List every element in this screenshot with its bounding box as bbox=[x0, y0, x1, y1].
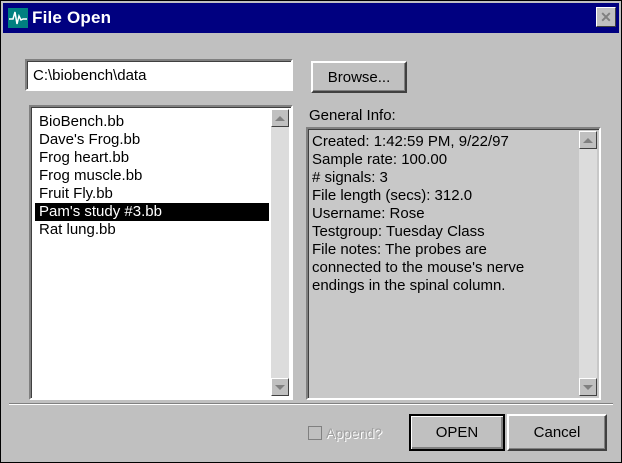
title-bar[interactable]: File Open ✕ bbox=[3, 3, 619, 33]
info-line: Username: Rose bbox=[312, 205, 425, 222]
list-item[interactable]: Fruit Fly.bb bbox=[35, 185, 269, 203]
browse-button[interactable]: Browse... bbox=[311, 61, 407, 93]
file-list: BioBench.bb Dave's Frog.bb Frog heart.bb Fr… bbox=[35, 113, 269, 239]
arrow-up-icon bbox=[583, 137, 593, 143]
info-line: Testgroup: Tuesday Class bbox=[312, 223, 485, 240]
file-open-dialog: File Open ✕ C:\biobench\data Browse... B… bbox=[0, 0, 622, 463]
arrow-down-icon bbox=[583, 384, 593, 390]
info-line: endings in the spinal column. bbox=[312, 277, 506, 294]
close-button[interactable]: ✕ bbox=[596, 7, 616, 27]
append-label: Append? bbox=[326, 425, 383, 441]
list-item[interactable]: Frog muscle.bb bbox=[35, 167, 269, 185]
close-icon: ✕ bbox=[600, 8, 612, 25]
checkbox-box[interactable] bbox=[308, 426, 322, 440]
file-listbox[interactable]: BioBench.bb Dave's Frog.bb Frog heart.bb Fr… bbox=[29, 105, 293, 400]
file-list-scrollbar[interactable] bbox=[271, 109, 289, 396]
waveform-icon bbox=[8, 8, 28, 28]
info-line: # signals: 3 bbox=[312, 169, 388, 186]
scroll-down-button[interactable] bbox=[271, 378, 289, 396]
info-scrollbar[interactable] bbox=[579, 131, 597, 396]
list-item[interactable]: Frog heart.bb bbox=[35, 149, 269, 167]
list-item[interactable]: BioBench.bb bbox=[35, 113, 269, 131]
info-line: File notes: The probes are bbox=[312, 241, 487, 258]
separator bbox=[9, 403, 613, 405]
general-info-label: General Info: bbox=[309, 107, 396, 124]
info-line: connected to the mouse's nerve bbox=[312, 259, 525, 276]
append-checkbox[interactable]: Append? bbox=[308, 425, 382, 441]
list-item[interactable]: Pam's study #3.bb bbox=[35, 203, 269, 221]
arrow-down-icon bbox=[275, 384, 285, 390]
info-scroll-down-button[interactable] bbox=[579, 378, 597, 396]
info-scroll-up-button[interactable] bbox=[579, 131, 597, 149]
list-item[interactable]: Rat lung.bb bbox=[35, 221, 269, 239]
info-line: File length (secs): 312.0 bbox=[312, 187, 473, 204]
info-line: Created: 1:42:59 PM, 9/22/97 bbox=[312, 133, 509, 150]
window-title: File Open bbox=[32, 8, 112, 27]
general-info-box[interactable]: Created: 1:42:59 PM, 9/22/97 Sample rate:… bbox=[306, 127, 601, 400]
list-item[interactable]: Dave's Frog.bb bbox=[35, 131, 269, 149]
scroll-up-button[interactable] bbox=[271, 109, 289, 127]
cancel-button[interactable]: Cancel bbox=[507, 414, 607, 451]
info-line: Sample rate: 100.00 bbox=[312, 151, 448, 168]
arrow-up-icon bbox=[275, 115, 285, 121]
general-info-text: Created: 1:42:59 PM, 9/22/97 Sample rate:… bbox=[312, 133, 575, 295]
open-button[interactable]: OPEN bbox=[409, 414, 505, 451]
path-input[interactable]: C:\biobench\data bbox=[25, 59, 293, 91]
